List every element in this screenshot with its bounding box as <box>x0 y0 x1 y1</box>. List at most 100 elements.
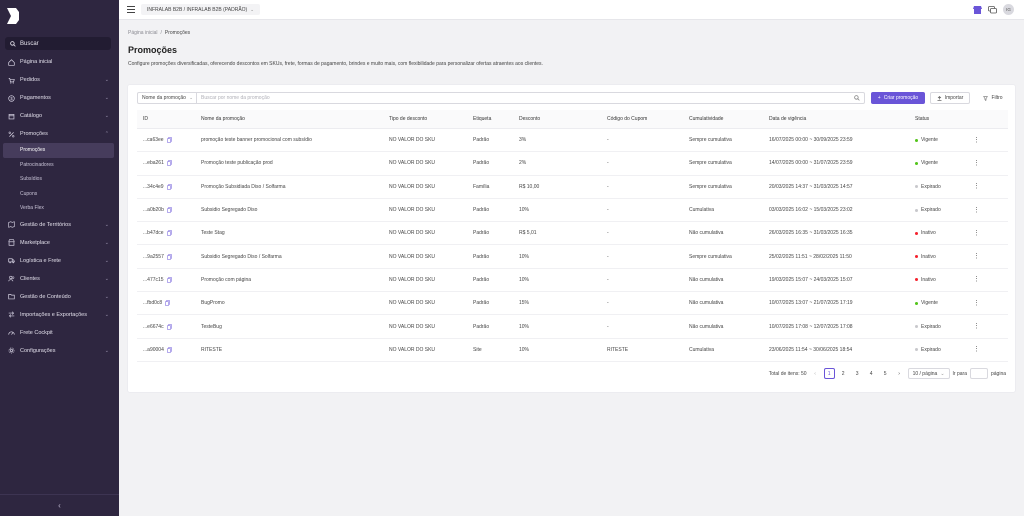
cell-id-text: ...fbd0c8 <box>143 300 163 307</box>
cell-tipo-text: NO VALOR DO SKU <box>389 253 436 260</box>
table-row[interactable]: ...a90004 RITESTE NO VALOR DO SKU Site 10% RI… <box>137 339 1008 362</box>
pagination-prev-button[interactable]: ‹ <box>810 368 821 379</box>
status-text: Expirado <box>921 183 941 190</box>
chevron-down-icon: ⌄ <box>104 239 109 246</box>
table-row[interactable]: ...477c15 Promoção com página NO VALOR DO … <box>137 269 1008 293</box>
table-row[interactable]: ...34c4e9 Promoção Subsidiada Diso / Solf… <box>137 176 1008 199</box>
cell-desconto-text: 2% <box>519 160 527 167</box>
search-icon[interactable] <box>854 95 860 101</box>
pagination-page-button[interactable]: 1 <box>823 368 835 379</box>
sidebar-item-main-0[interactable]: Página inicial <box>0 53 119 71</box>
more-vertical-icon[interactable]: ⋮ <box>973 346 980 353</box>
pagination-next-button[interactable]: › <box>894 368 905 379</box>
cell-desconto-text: 3% <box>519 137 527 144</box>
create-promotion-button[interactable]: + Criar promoção <box>871 92 925 104</box>
promotion-search-input[interactable]: Buscar por nome da promoção <box>197 92 865 104</box>
cell-cupom: - <box>607 315 609 337</box>
more-vertical-icon[interactable]: ⋮ <box>973 137 980 144</box>
header-id[interactable]: ID <box>143 110 148 128</box>
header-etiqueta[interactable]: Etiqueta <box>473 110 491 128</box>
table-row[interactable]: ...b47dce Teste Stag NO VALOR DO SKU Padrão… <box>137 222 1008 246</box>
sidebar-item-main-1[interactable]: Pedidos ⌄ <box>0 71 119 89</box>
cell-cupom-text: - <box>607 253 609 260</box>
filter-field-select[interactable]: Nome da promoção ⌄ <box>137 92 197 104</box>
sidebar-subitem-1[interactable]: Patrocinadores <box>0 158 119 173</box>
copy-icon[interactable] <box>166 323 172 330</box>
breadcrumb-home[interactable]: Página inicial <box>128 30 157 36</box>
cell-etiqueta-text: Padrão <box>473 160 490 167</box>
sidebar-item-after-3[interactable]: Clientes ⌄ <box>0 270 119 288</box>
app-logo[interactable] <box>6 7 20 25</box>
copy-icon[interactable] <box>165 300 171 307</box>
copy-icon[interactable] <box>166 207 172 214</box>
cell-cumulatividade: Não cumulativa <box>689 315 723 337</box>
sidebar: Buscar Página inicial Pedidos ⌄ $ Pagamentos… <box>0 0 119 516</box>
more-vertical-icon[interactable]: ⋮ <box>973 183 980 190</box>
copy-icon[interactable] <box>166 230 172 237</box>
header-tipo[interactable]: Tipo de desconto <box>389 110 427 128</box>
header-status[interactable]: Status <box>915 110 929 128</box>
sidebar-item-after-5[interactable]: Importações e Exportações ⌄ <box>0 306 119 324</box>
chevron-up-icon: ⌃ <box>104 131 109 137</box>
table-row[interactable]: ...9a2557 Subsidio Segregado Diso / Solfa… <box>137 245 1008 269</box>
header-name[interactable]: Nome da promoção <box>201 110 245 128</box>
more-vertical-icon[interactable]: ⋮ <box>973 323 980 330</box>
chat-icon[interactable] <box>988 5 997 14</box>
table-row[interactable]: ...e6674c TesteBug NO VALOR DO SKU Padrão 10… <box>137 315 1008 339</box>
table-row[interactable]: ...fbd0c8 BugPromo NO VALOR DO SKU Padrão 15… <box>137 292 1008 316</box>
pagination-page-button[interactable]: 5 <box>880 368 891 379</box>
import-button[interactable]: Importar <box>930 92 970 104</box>
user-avatar[interactable]: IG <box>1003 4 1014 15</box>
filter-button[interactable]: Filtro <box>978 92 1008 104</box>
header-cumulatividade[interactable]: Cumulatividade <box>689 110 723 128</box>
sidebar-item-after-7[interactable]: Configurações ⌄ <box>0 342 119 360</box>
sidebar-subitem-2[interactable]: Subsídios <box>0 172 119 187</box>
sidebar-item-after-2[interactable]: Logística e Frete ⌄ <box>0 252 119 270</box>
cell-cupom-text: - <box>607 137 609 144</box>
copy-icon[interactable] <box>166 137 172 144</box>
more-vertical-icon[interactable]: ⋮ <box>973 300 980 307</box>
table-row[interactable]: ...ca63ee promoção teste banner promocion… <box>137 129 1008 153</box>
cell-desconto: R$ 10,00 <box>519 176 539 198</box>
pagination-page-button[interactable]: 4 <box>866 368 877 379</box>
copy-icon[interactable] <box>166 346 172 353</box>
header-vigencia[interactable]: Data de vigência <box>769 110 806 128</box>
cell-vigencia-text: 23/06/2025 11:54 ~ 30/06/2025 18:54 <box>769 346 853 353</box>
sidebar-item-after-0[interactable]: Gestão de Territórios ⌄ <box>0 216 119 234</box>
copy-icon[interactable] <box>166 253 172 260</box>
sidebar-item-after-1[interactable]: Marketplace ⌄ <box>0 234 119 252</box>
goto-page-input[interactable] <box>969 368 988 379</box>
cell-name-text: RITESTE <box>201 346 223 353</box>
sidebar-subitem-0[interactable]: Promoções <box>3 143 114 158</box>
copy-icon[interactable] <box>166 183 172 190</box>
sidebar-item-main-2[interactable]: $ Pagamentos ⌄ <box>0 89 119 107</box>
hamburger-menu-icon[interactable] <box>127 6 135 13</box>
sidebar-search[interactable]: Buscar <box>5 37 111 50</box>
sidebar-subitem-4[interactable]: Verba Flex <box>0 201 119 216</box>
page-size-select[interactable]: 10 / página ⌄ <box>907 368 950 379</box>
more-vertical-icon[interactable]: ⋮ <box>973 160 980 167</box>
sidebar-collapse-button[interactable]: ‹ <box>0 494 119 516</box>
table-row[interactable]: ...a0b20b Subsidio Segregado Diso NO VALOR… <box>137 199 1008 223</box>
more-vertical-icon[interactable]: ⋮ <box>973 253 980 260</box>
store-selector[interactable]: INFRALAB B2B / INFRALAB B2B (PADRÃO) ⌄ <box>141 4 260 15</box>
more-vertical-icon[interactable]: ⋮ <box>973 230 980 237</box>
sidebar-item-main-3[interactable]: Catálogo ⌄ <box>0 107 119 125</box>
status-dot-icon <box>915 208 918 212</box>
status-badge: Inativo <box>915 269 936 291</box>
copy-icon[interactable] <box>166 160 172 167</box>
copy-icon[interactable] <box>166 276 172 283</box>
more-vertical-icon[interactable]: ⋮ <box>973 276 980 283</box>
header-cupom[interactable]: Código do Cupom <box>607 110 647 128</box>
more-vertical-icon[interactable]: ⋮ <box>973 207 980 214</box>
header-desconto[interactable]: Desconto <box>519 110 540 128</box>
pagination-page-button[interactable]: 2 <box>838 368 849 379</box>
sidebar-item-after-6[interactable]: Frete Cockpit <box>0 324 119 342</box>
pagination-page-button[interactable]: 3 <box>852 368 863 379</box>
pagination: Total de itens: 50 ‹ 12345 › 10 / página… <box>769 368 1006 379</box>
store-icon[interactable] <box>973 5 982 14</box>
table-row[interactable]: ...eba261 Promoção teste publicação prod N… <box>137 152 1008 176</box>
sidebar-subitem-3[interactable]: Cupons <box>0 187 119 202</box>
sidebar-item-main-4[interactable]: Promoções ⌃ <box>0 125 119 143</box>
sidebar-item-after-4[interactable]: Gestão de Conteúdo ⌄ <box>0 288 119 306</box>
